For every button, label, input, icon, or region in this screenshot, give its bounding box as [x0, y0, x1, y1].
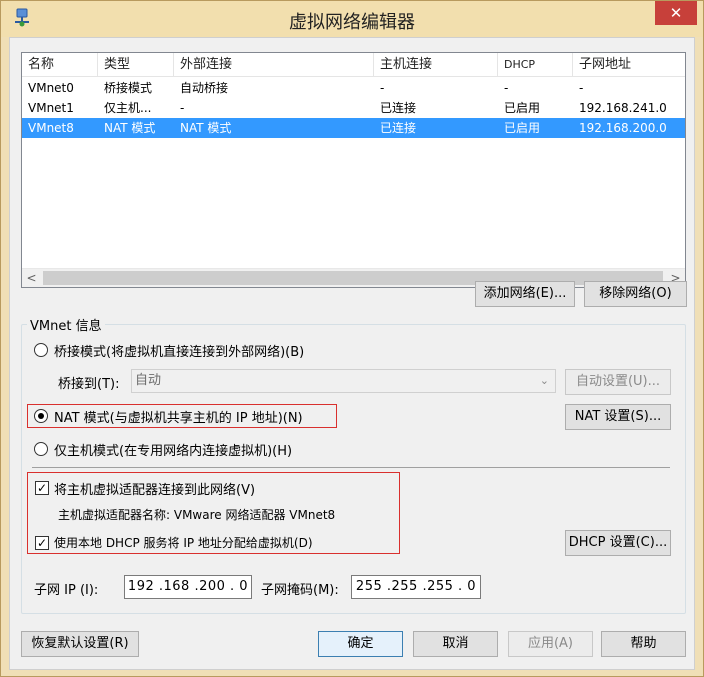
- ok-button[interactable]: 确定: [318, 631, 403, 657]
- restore-defaults-button[interactable]: 恢复默认设置(R): [21, 631, 139, 657]
- cell-dhcp: 已启用: [504, 121, 541, 135]
- window-title: 虚拟网络编辑器: [289, 12, 415, 33]
- cell-host: -: [380, 81, 385, 95]
- cell-host: 已连接: [380, 101, 417, 115]
- cell-subnet: 192.168.200.0: [579, 121, 667, 135]
- cell-type: 桥接模式: [104, 81, 153, 95]
- cell-external: -: [180, 101, 185, 115]
- close-button[interactable]: ✕: [655, 1, 697, 25]
- subnet-mask-label: 子网掩码(M):: [261, 583, 339, 598]
- bridged-to-label: 桥接到(T):: [58, 377, 120, 392]
- cell-name: VMnet1: [28, 101, 74, 115]
- column-header-name[interactable]: 名称: [22, 53, 98, 77]
- connect-adapter-checkbox[interactable]: ✓: [35, 481, 49, 495]
- connect-adapter-label[interactable]: 将主机虚拟适配器连接到此网络(V): [54, 479, 255, 498]
- use-dhcp-label[interactable]: 使用本地 DHCP 服务将 IP 地址分配给虚拟机(D): [54, 534, 313, 551]
- chevron-down-icon: ⌄: [539, 374, 549, 387]
- virtual-network-editor-window: 虚拟网络编辑器 ✕ 名称 类型 外部连接 主机连接 DHCP 子网地址 VMne…: [0, 0, 704, 677]
- scroll-left-icon[interactable]: <: [22, 269, 41, 287]
- cell-host: 已连接: [380, 121, 417, 135]
- cell-subnet: -: [579, 81, 584, 95]
- bridged-to-select[interactable]: 自动 ⌄: [131, 369, 556, 393]
- subnet-ip-input[interactable]: 192 .168 .200 . 0: [124, 575, 252, 599]
- use-dhcp-checkbox[interactable]: ✓: [35, 536, 49, 550]
- apply-button[interactable]: 应用(A): [508, 631, 593, 657]
- list-header: 名称 类型 外部连接 主机连接 DHCP 子网地址: [22, 53, 685, 77]
- bridged-label[interactable]: 桥接模式(将虚拟机直接连接到外部网络)(B): [54, 341, 304, 360]
- cell-type: NAT 模式: [104, 121, 156, 135]
- dhcp-settings-button[interactable]: DHCP 设置(C)...: [565, 530, 671, 556]
- table-row-selected[interactable]: VMnet8 NAT 模式 NAT 模式 已连接 已启用 192.168.200…: [22, 118, 685, 138]
- cell-subnet: 192.168.241.0: [579, 101, 667, 115]
- cancel-button[interactable]: 取消: [413, 631, 498, 657]
- help-button[interactable]: 帮助: [601, 631, 686, 657]
- hostonly-radio[interactable]: [34, 442, 48, 456]
- remove-network-button[interactable]: 移除网络(O): [584, 281, 687, 307]
- column-header-host[interactable]: 主机连接: [374, 53, 498, 77]
- network-list[interactable]: 名称 类型 外部连接 主机连接 DHCP 子网地址 VMnet0 桥接模式 自动…: [21, 52, 686, 288]
- separator: [32, 467, 670, 468]
- adapter-name-label: 主机虚拟适配器名称: VMware 网络适配器 VMnet8: [58, 508, 336, 522]
- cell-dhcp: 已启用: [504, 101, 541, 115]
- bridged-radio[interactable]: [34, 343, 48, 357]
- subnet-ip-label: 子网 IP (I):: [34, 583, 99, 598]
- cell-type: 仅主机...: [104, 101, 152, 115]
- bridged-to-value: 自动: [135, 373, 162, 388]
- dialog-client-area: 名称 类型 外部连接 主机连接 DHCP 子网地址 VMnet0 桥接模式 自动…: [9, 37, 695, 670]
- add-network-button[interactable]: 添加网络(E)...: [475, 281, 575, 307]
- nat-label[interactable]: NAT 模式(与虚拟机共享主机的 IP 地址)(N): [54, 407, 303, 426]
- cell-name: VMnet8: [28, 121, 74, 135]
- subnet-mask-input[interactable]: 255 .255 .255 . 0: [351, 575, 481, 599]
- title-bar[interactable]: 虚拟网络编辑器 ✕: [1, 1, 703, 37]
- cell-name: VMnet0: [28, 81, 74, 95]
- vmnet-info-label: VMnet 信息: [27, 315, 105, 334]
- column-header-type[interactable]: 类型: [98, 53, 174, 77]
- vmnet-info-group: [21, 324, 686, 614]
- auto-settings-button[interactable]: 自动设置(U)...: [565, 369, 671, 395]
- cell-dhcp: -: [504, 81, 509, 95]
- cell-external: NAT 模式: [180, 121, 232, 135]
- table-row[interactable]: VMnet1 仅主机... - 已连接 已启用 192.168.241.0: [22, 98, 685, 118]
- cell-external: 自动桥接: [180, 81, 229, 95]
- nat-radio[interactable]: [34, 409, 48, 423]
- table-row[interactable]: VMnet0 桥接模式 自动桥接 - - -: [22, 78, 685, 98]
- hostonly-label[interactable]: 仅主机模式(在专用网络内连接虚拟机)(H): [54, 440, 292, 459]
- column-header-subnet[interactable]: 子网地址: [573, 53, 685, 77]
- column-header-external[interactable]: 外部连接: [174, 53, 374, 77]
- column-header-dhcp[interactable]: DHCP: [498, 53, 573, 77]
- nat-settings-button[interactable]: NAT 设置(S)...: [565, 404, 671, 430]
